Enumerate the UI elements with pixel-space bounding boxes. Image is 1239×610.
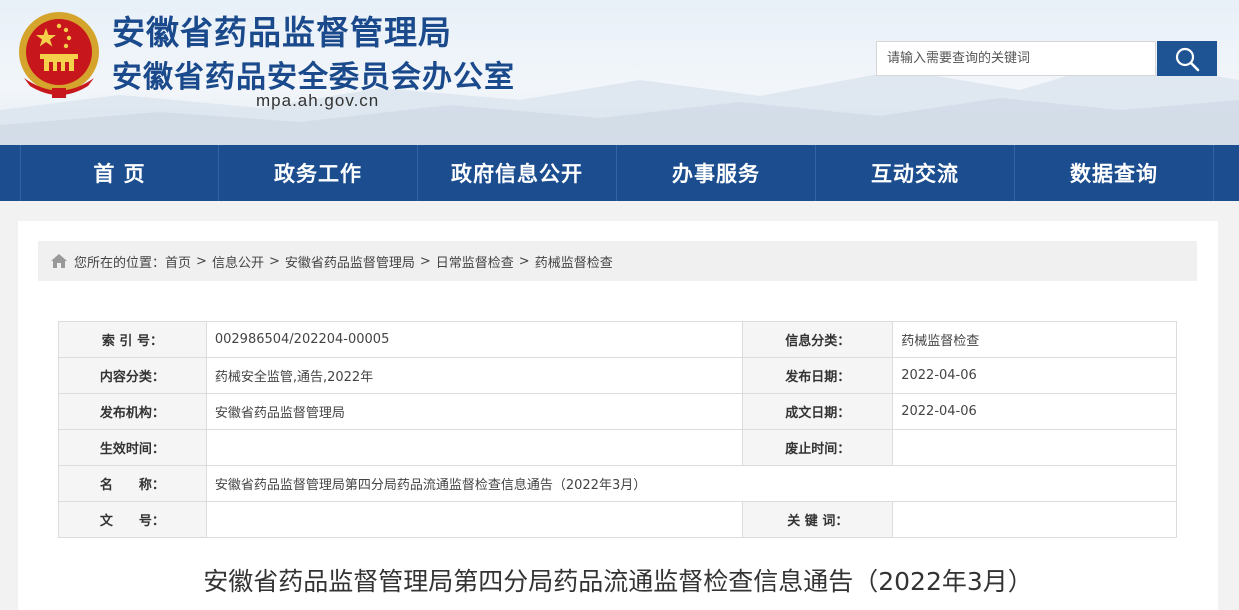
info-category-value: 药械监督检查 — [892, 321, 1177, 358]
site-header: 安徽省药品监督管理局 安徽省药品安全委员会办公室 mpa.ah.gov.cn — [0, 0, 1239, 145]
breadcrumb-prefix: 您所在的位置： — [74, 255, 166, 271]
effective-time-value — [205, 429, 744, 466]
document-number-value — [205, 501, 744, 538]
expire-time-value — [892, 429, 1177, 466]
table-row: 内容分类： 药械安全监管,通告,2022年 发布日期： 2022-04-06 — [58, 357, 1177, 394]
expire-time-label: 废止时间： — [742, 429, 894, 466]
breadcrumb-link-daily-inspection[interactable]: 日常监督检查 — [436, 252, 514, 271]
nav-item-government-affairs[interactable]: 政务工作 — [219, 145, 418, 201]
search-input[interactable] — [876, 41, 1156, 76]
name-label: 名 称： — [58, 465, 207, 502]
nav-item-interaction[interactable]: 互动交流 — [816, 145, 1015, 201]
breadcrumb-separator: > — [268, 253, 280, 269]
breadcrumb-link-info-disclosure[interactable]: 信息公开 — [212, 252, 264, 271]
breadcrumb-link-bureau[interactable]: 安徽省药品监督管理局 — [285, 252, 415, 271]
publisher-value: 安徽省药品监督管理局 — [205, 393, 744, 430]
publish-date-label: 发布日期： — [742, 357, 894, 394]
breadcrumb-link-device-inspection[interactable]: 药械监督检查 — [535, 252, 613, 271]
table-row: 发布机构： 安徽省药品监督管理局 成文日期： 2022-04-06 — [58, 393, 1177, 430]
keywords-label: 关 键 词： — [742, 501, 894, 538]
table-row: 生效时间： 废止时间： — [58, 429, 1177, 466]
content-type-label: 内容分类： — [58, 357, 207, 394]
article-title: 安徽省药品监督管理局第四分局药品流通监督检查信息通告（2022年3月） — [203, 567, 1033, 596]
main-nav: 首 页 政务工作 政府信息公开 办事服务 互动交流 数据查询 — [0, 145, 1239, 201]
national-emblem-icon — [19, 12, 99, 98]
breadcrumb: 您所在的位置： 首页 > 信息公开 > 安徽省药品监督管理局 > 日常监督检查 … — [38, 241, 1197, 281]
search-button[interactable] — [1157, 41, 1217, 76]
effective-time-label: 生效时间： — [58, 429, 207, 466]
breadcrumb-link-home[interactable]: 首页 — [165, 252, 191, 271]
publisher-label: 发布机构： — [58, 393, 207, 430]
keywords-value — [892, 501, 1177, 538]
created-date-value: 2022-04-06 — [892, 393, 1177, 430]
site-domain: mpa.ah.gov.cn — [256, 91, 380, 110]
document-number-label: 文 号： — [58, 501, 207, 538]
site-title: 安徽省药品监督管理局 — [112, 13, 452, 52]
name-value: 安徽省药品监督管理局第四分局药品流通监督检查信息通告（2022年3月） — [205, 465, 1178, 502]
nav-item-data-query[interactable]: 数据查询 — [1015, 145, 1214, 201]
index-number-label: 索 引 号： — [58, 321, 207, 358]
nav-item-services[interactable]: 办事服务 — [617, 145, 816, 201]
home-icon — [50, 253, 68, 269]
nav-item-information-disclosure[interactable]: 政府信息公开 — [418, 145, 617, 201]
search-icon — [1175, 47, 1200, 71]
table-row: 索 引 号： 002986504/202204-00005 信息分类： 药械监督… — [58, 321, 1177, 358]
nav-item-home[interactable]: 首 页 — [20, 145, 219, 201]
created-date-label: 成文日期： — [742, 393, 894, 430]
content-panel: 您所在的位置： 首页 > 信息公开 > 安徽省药品监督管理局 > 日常监督检查 … — [18, 221, 1218, 610]
publish-date-value: 2022-04-06 — [892, 357, 1177, 394]
table-row: 文 号： 关 键 词： — [58, 501, 1177, 538]
breadcrumb-separator: > — [419, 253, 431, 269]
breadcrumb-separator: > — [196, 253, 207, 269]
content-type-value: 药械安全监管,通告,2022年 — [205, 357, 744, 394]
site-subtitle: 安徽省药品安全委员会办公室 — [112, 60, 515, 95]
index-number-value: 002986504/202204-00005 — [205, 321, 744, 358]
breadcrumb-separator: > — [518, 253, 530, 269]
document-metadata-table: 索 引 号： 002986504/202204-00005 信息分类： 药械监督… — [58, 321, 1178, 538]
info-category-label: 信息分类： — [742, 321, 894, 358]
table-row: 名 称： 安徽省药品监督管理局第四分局药品流通监督检查信息通告（2022年3月） — [58, 465, 1178, 502]
